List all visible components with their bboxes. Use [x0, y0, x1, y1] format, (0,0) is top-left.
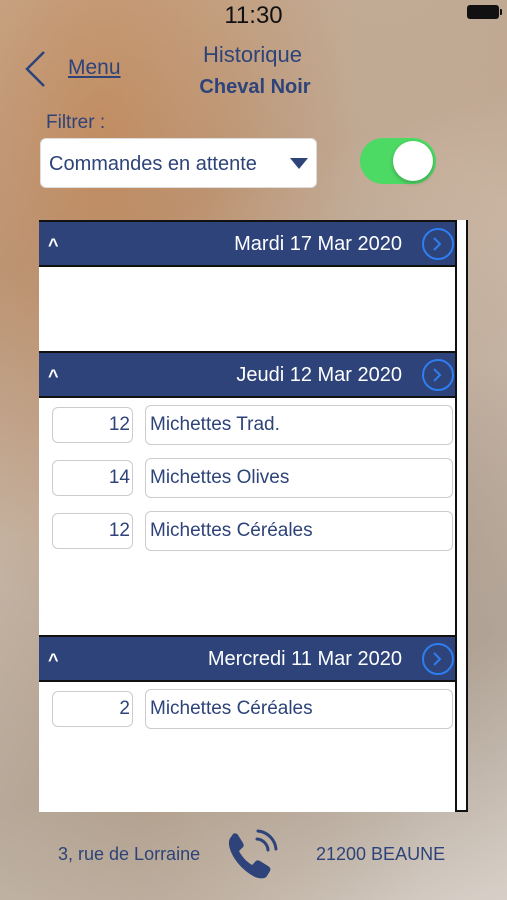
filter-toggle[interactable]: [360, 138, 436, 184]
quantity-field[interactable]: 12: [52, 407, 133, 443]
status-bar: 11:30: [0, 0, 507, 30]
list-scrollbar[interactable]: [455, 220, 468, 812]
day-date: Jeudi 12 Mar 2020: [236, 364, 402, 386]
menu-back-link[interactable]: Menu: [68, 56, 121, 80]
page-title: Historique: [202, 42, 303, 67]
toggle-knob: [393, 141, 433, 181]
collapse-caret-icon[interactable]: ^: [48, 650, 59, 671]
day-date: Mardi 17 Mar 2020: [234, 233, 402, 255]
day-date: Mercredi 11 Mar 2020: [207, 648, 402, 670]
collapse-caret-icon[interactable]: ^: [48, 366, 59, 387]
quantity-field[interactable]: 2: [52, 691, 133, 727]
back-chevron-icon[interactable]: [24, 50, 46, 88]
phone-icon[interactable]: [223, 827, 281, 883]
product-field[interactable]: Michettes Trad.: [145, 405, 453, 445]
product-field[interactable]: Michettes Céréales: [145, 689, 453, 729]
chevron-right-icon[interactable]: [422, 228, 454, 260]
product-field[interactable]: Michettes Céréales: [145, 511, 453, 551]
day-header[interactable]: ^ Mardi 17 Mar 2020: [39, 220, 455, 267]
quantity-field[interactable]: 12: [52, 513, 133, 549]
dropdown-caret-icon: [290, 158, 308, 169]
footer-address: 3, rue de Lorraine: [58, 844, 201, 864]
chevron-right-icon[interactable]: [422, 643, 454, 675]
day-header[interactable]: ^ Mercredi 11 Mar 2020: [39, 635, 455, 682]
footer-city: 21200 BEAUNE: [316, 844, 446, 864]
filter-selected-value: Commandes en attente: [49, 153, 257, 175]
chevron-right-icon[interactable]: [422, 359, 454, 391]
status-time: 11:30: [224, 2, 283, 29]
day-header[interactable]: ^ Jeudi 12 Mar 2020: [39, 351, 455, 398]
battery-icon: [467, 5, 502, 19]
product-field[interactable]: Michettes Olives: [145, 458, 453, 498]
page-subtitle: Cheval Noir: [199, 76, 311, 98]
collapse-caret-icon[interactable]: ^: [48, 235, 59, 256]
quantity-field[interactable]: 14: [52, 460, 133, 496]
filter-dropdown[interactable]: Commandes en attente: [40, 138, 317, 188]
filter-label: Filtrer :: [46, 112, 106, 133]
